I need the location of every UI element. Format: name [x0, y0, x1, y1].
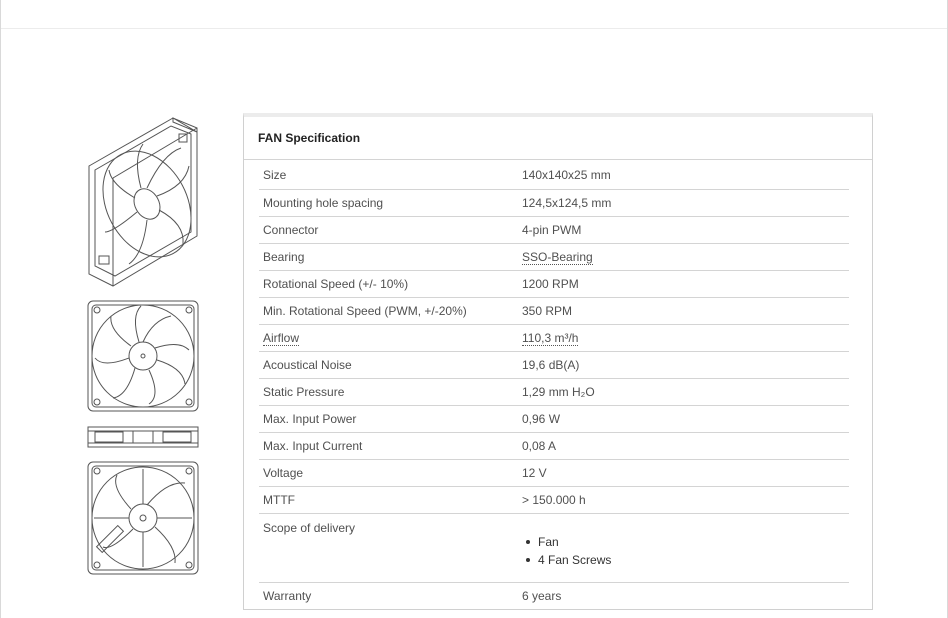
spec-label: Max. Input Current	[259, 432, 518, 460]
spec-row-static-pressure: Static Pressure 1,29 mm H₂O	[259, 378, 849, 406]
spec-value: 124,5x124,5 mm	[518, 189, 849, 217]
list-item: Fan	[526, 533, 849, 551]
page: FAN Specification Size 140x140x25 mm Mou…	[0, 0, 948, 618]
spec-value: 350 RPM	[518, 297, 849, 325]
spec-value: 1,29 mm H₂O	[518, 378, 849, 406]
spec-value: 6 years	[522, 588, 562, 603]
spec-panel: FAN Specification Size 140x140x25 mm Mou…	[243, 113, 873, 610]
fan-side-image[interactable]	[87, 425, 199, 449]
spec-row-min-rotational-speed: Min. Rotational Speed (PWM, +/-20%) 350 …	[259, 297, 849, 325]
spec-label: Bearing	[259, 243, 518, 271]
spec-row-bearing: Bearing SSO-Bearing	[259, 243, 849, 271]
spec-label: Size	[259, 162, 518, 190]
spec-row-connector: Connector 4-pin PWM	[259, 216, 849, 244]
airflow-value-tooltip-link[interactable]: 110,3 m³/h	[522, 330, 579, 346]
spec-value: 12 V	[518, 459, 849, 487]
spec-row-scope-of-delivery: Scope of delivery Fan 4 Fan Screws	[259, 513, 849, 583]
spec-row-max-input-power: Max. Input Power 0,96 W	[259, 405, 849, 433]
spec-label: Min. Rotational Speed (PWM, +/-20%)	[259, 297, 518, 325]
spec-row-max-input-current: Max. Input Current 0,08 A	[259, 432, 849, 460]
spec-value: 0,08 A	[518, 432, 849, 460]
spec-value: SSO-Bearing	[518, 243, 849, 271]
spec-row-airflow: Airflow 110,3 m³/h	[259, 324, 849, 352]
list-item: 4 Fan Screws	[526, 551, 849, 569]
spec-label: MTTF	[259, 486, 518, 514]
spec-row-mttf: MTTF > 150.000 h	[259, 486, 849, 514]
fan-front-image[interactable]	[87, 300, 199, 412]
spec-row-rotational-speed: Rotational Speed (+/- 10%) 1200 RPM	[259, 270, 849, 298]
spec-label: Connector	[259, 216, 518, 244]
spec-label: Max. Input Power	[259, 405, 518, 433]
spec-table: Size 140x140x25 mm Mounting hole spacing…	[259, 162, 849, 609]
bearing-tooltip-link[interactable]: SSO-Bearing	[522, 249, 593, 265]
spec-label: Acoustical Noise	[259, 351, 518, 379]
spec-row-voltage: Voltage 12 V	[259, 459, 849, 487]
spec-label: Voltage	[259, 459, 518, 487]
spec-value: 4-pin PWM	[518, 216, 849, 244]
spec-label: Scope of delivery	[259, 513, 518, 583]
spec-label: Airflow	[259, 324, 518, 352]
spec-label: Static Pressure	[259, 378, 518, 406]
spec-value: 140x140x25 mm	[518, 162, 849, 190]
spec-value: Fan 4 Fan Screws	[518, 513, 849, 583]
spec-label: Warranty	[263, 588, 312, 603]
fan-back-image[interactable]	[87, 461, 199, 575]
spec-row-acoustical-noise: Acoustical Noise 19,6 dB(A)	[259, 351, 849, 379]
spec-value: 110,3 m³/h	[518, 324, 849, 352]
spec-row-mounting-hole-spacing: Mounting hole spacing 124,5x124,5 mm	[259, 189, 849, 217]
spec-value: 0,96 W	[518, 405, 849, 433]
spec-label: Mounting hole spacing	[259, 189, 518, 217]
spec-label: Rotational Speed (+/- 10%)	[259, 270, 518, 298]
fan-isometric-image[interactable]	[85, 114, 201, 290]
scope-list: Fan 4 Fan Screws	[522, 533, 849, 569]
spec-panel-title: FAN Specification	[244, 117, 872, 160]
airflow-tooltip-link[interactable]: Airflow	[263, 330, 300, 346]
spec-value: > 150.000 h	[518, 486, 849, 514]
spec-row-size: Size 140x140x25 mm	[259, 162, 849, 190]
spec-value: 19,6 dB(A)	[518, 351, 849, 379]
spec-row-warranty: Warranty 6 years	[259, 582, 849, 609]
spec-value: 1200 RPM	[518, 270, 849, 298]
